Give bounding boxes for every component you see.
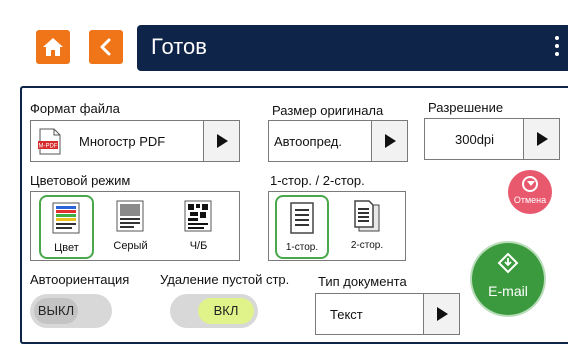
file-format-selector[interactable]: M-PDF Многостр PDF <box>30 120 240 162</box>
status-bar: Готов <box>137 25 568 71</box>
top-bar: Готов <box>0 0 568 82</box>
play-arrow-icon <box>217 134 228 148</box>
original-size-arrow-button[interactable] <box>371 121 407 161</box>
resolution-label: Разрешение <box>428 100 504 115</box>
file-format-value: Многостр PDF <box>79 134 166 149</box>
email-start-button[interactable]: E-mail <box>472 243 544 315</box>
duplex-one-sided-label: 1-стор. <box>285 242 319 253</box>
email-label: E-mail <box>488 283 528 299</box>
blank-removal-state: ВКЛ <box>198 298 254 324</box>
file-format-label: Формат файла <box>30 101 120 116</box>
color-mode-label: Цветовой режим <box>30 173 131 188</box>
svg-text:M-PDF: M-PDF <box>39 144 58 150</box>
stop-icon <box>522 176 538 192</box>
original-size-selector[interactable]: Автоопред. <box>268 120 408 162</box>
document-type-selector[interactable]: Текст <box>315 293 460 335</box>
color-mode-gray-option[interactable]: Серый <box>103 195 158 259</box>
blank-removal-toggle[interactable]: ВКЛ <box>170 294 258 328</box>
original-size-label: Размер оригинала <box>272 103 384 118</box>
status-title: Готов <box>151 34 207 59</box>
home-button[interactable] <box>36 30 70 64</box>
play-arrow-icon <box>385 134 396 148</box>
color-mode-gray-label: Серый <box>113 240 148 252</box>
more-menu-icon[interactable] <box>552 36 562 60</box>
auto-orientation-toggle[interactable]: ВЫКЛ <box>30 294 112 328</box>
auto-orientation-state: ВЫКЛ <box>34 298 78 324</box>
cancel-button[interactable]: Отмена <box>508 170 552 214</box>
file-format-arrow-button[interactable] <box>203 121 239 161</box>
chevron-left-icon <box>100 38 111 56</box>
original-size-value: Автоопред. <box>274 134 342 149</box>
color-mode-color-option[interactable]: Цвет <box>39 195 94 259</box>
one-sided-page-icon <box>290 202 314 234</box>
gray-document-icon <box>116 200 144 232</box>
auto-orientation-label: Автоориентация <box>30 272 130 287</box>
color-mode-group: Цвет Серый Ч/Б <box>30 191 240 261</box>
duplex-two-sided-option[interactable]: 2-стор. <box>339 195 395 259</box>
play-arrow-icon <box>437 307 448 321</box>
bw-document-icon <box>184 200 212 232</box>
blank-removal-label: Удаление пустой стр. <box>160 272 290 287</box>
color-mode-bw-option[interactable]: Ч/Б <box>171 195 226 259</box>
back-button[interactable] <box>89 30 123 64</box>
pdf-file-icon: M-PDF <box>38 128 61 155</box>
resolution-value: 300dpi <box>455 132 495 147</box>
cancel-label: Отмена <box>513 195 547 205</box>
start-diamond-icon <box>497 252 519 274</box>
document-type-arrow-button[interactable] <box>423 294 459 334</box>
resolution-selector[interactable]: 300dpi <box>424 118 560 160</box>
resolution-arrow-button[interactable] <box>523 119 559 159</box>
two-sided-page-icon <box>354 200 380 232</box>
document-type-label: Тип документа <box>318 274 407 289</box>
home-icon <box>43 38 63 56</box>
duplex-one-sided-option[interactable]: 1-стор. <box>275 195 329 259</box>
play-arrow-icon <box>537 132 548 146</box>
color-mode-color-label: Цвет <box>54 242 79 254</box>
duplex-two-sided-label: 2-стор. <box>350 240 384 251</box>
duplex-group: 1-стор. 2-стор. <box>268 191 406 261</box>
duplex-label: 1-стор. / 2-стор. <box>270 173 365 188</box>
color-mode-bw-label: Ч/Б <box>189 240 208 252</box>
color-document-icon <box>52 202 80 234</box>
document-type-value: Текст <box>330 307 363 322</box>
